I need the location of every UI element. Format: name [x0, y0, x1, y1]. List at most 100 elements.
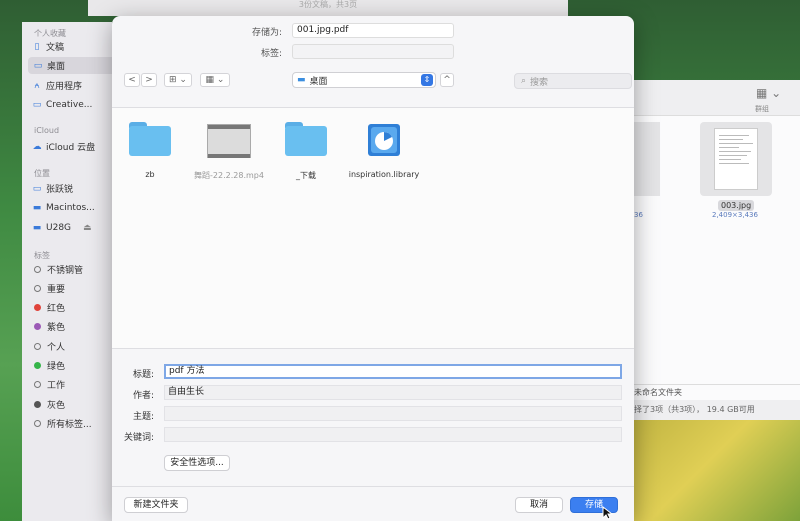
sidebar-item-label: 不锈钢管	[47, 266, 84, 276]
sidebar-item-creative[interactable]: ▭ Creative...	[32, 96, 93, 113]
sidebar-item-label: 工作	[47, 381, 66, 391]
group-icon[interactable]: ▦ ⌄	[756, 86, 781, 100]
drive-icon: ▬	[32, 222, 42, 233]
subject-input[interactable]	[164, 406, 622, 421]
folder-icon	[129, 122, 171, 156]
search-field[interactable]: ⌕ 搜索	[514, 73, 632, 89]
purple-tag-dot-icon	[34, 323, 41, 330]
tag-ring-icon	[34, 266, 41, 273]
disk-icon: ▬	[32, 202, 42, 213]
sidebar-tag-red[interactable]: 红色	[32, 299, 65, 316]
sidebar-item-applications[interactable]: ⍲ 应用程序	[32, 77, 82, 94]
sidebar-item-label: 紫色	[47, 323, 66, 333]
sidebar-item-desktop[interactable]: ▭ 桌面	[28, 57, 124, 74]
group-label: 群组	[755, 105, 769, 113]
sidebar-item-label: Creative...	[46, 99, 93, 110]
save-as-label: 存储为:	[251, 28, 282, 38]
save-as-input[interactable]: 001.jpg.pdf	[292, 23, 454, 38]
sidebar-tag-gray[interactable]: 灰色	[32, 396, 65, 413]
group-view-button[interactable]: ▦ ⌄	[200, 73, 230, 87]
status-bar: 择了3项（共3项）， 19.4 GB可用	[634, 400, 800, 420]
sidebar-item-label: 重要	[47, 285, 66, 295]
status-text: 择了3项（共3项）， 19.4 GB可用	[634, 405, 755, 414]
sidebar-item-icloud-drive[interactable]: ☁ iCloud 云盘	[32, 138, 96, 155]
file-item-video[interactable]: 舞蹈-22.2.28.mp4	[189, 122, 269, 182]
sidebar-section-locations: 位置	[34, 169, 50, 178]
file-name: zb	[145, 170, 155, 179]
author-input[interactable]: 自由生长	[164, 385, 622, 400]
keywords-label: 关键词:	[123, 433, 154, 443]
background-window-title: 3份文稿，共3页	[88, 0, 568, 16]
sidebar-tag-purple[interactable]: 紫色	[32, 318, 65, 335]
file-size-003: 2,409×3,436	[712, 211, 758, 219]
icon-view-button[interactable]: ⊞ ⌄	[164, 73, 192, 87]
sidebar-item-label: 应用程序	[46, 82, 83, 92]
file-browser: zb 舞蹈-22.2.28.mp4 _下载 inspiration.librar…	[112, 108, 634, 348]
forward-button[interactable]: >	[141, 73, 157, 87]
sidebar-item-computer[interactable]: ▭ 张跃锐	[32, 180, 73, 197]
file-item-library[interactable]: inspiration.library	[342, 122, 426, 182]
applications-icon: ⍲	[34, 80, 40, 91]
back-button[interactable]: <	[124, 73, 140, 87]
partial-file-thumbnail[interactable]	[634, 122, 660, 196]
search-placeholder: 搜索	[530, 77, 549, 88]
title-input[interactable]: pdf 方法	[164, 364, 622, 379]
sidebar-tag-personal[interactable]: 个人	[32, 338, 65, 355]
sidebar-tag-work[interactable]: 工作	[32, 376, 65, 393]
sidebar-tag-stainless[interactable]: 不锈钢管	[32, 261, 83, 278]
file-name: _下载	[296, 171, 316, 180]
library-icon	[368, 124, 400, 156]
tags-label: 标签:	[260, 49, 282, 59]
sidebar-tag-all[interactable]: 所有标签...	[32, 415, 92, 432]
computer-icon: ▭	[32, 183, 42, 194]
sidebar: 个人收藏 ▯ 文稿 ▭ 桌面 ⍲ 应用程序 ▭ Creative... iClo…	[22, 22, 124, 521]
red-tag-dot-icon	[34, 304, 41, 311]
green-tag-dot-icon	[34, 362, 41, 369]
sidebar-item-label: 文稿	[46, 43, 65, 53]
file-item-zb[interactable]: zb	[124, 122, 176, 182]
gray-tag-dot-icon	[34, 401, 41, 408]
tag-ring-icon	[34, 381, 41, 388]
keywords-input[interactable]	[164, 427, 622, 442]
sidebar-item-label: 个人	[47, 343, 66, 353]
file-name: inspiration.library	[348, 170, 420, 179]
document-icon: ▯	[34, 41, 40, 52]
sidebar-item-label: 红色	[47, 304, 66, 314]
footer-divider	[112, 486, 634, 487]
tags-input[interactable]	[292, 44, 454, 59]
tag-ring-icon	[34, 343, 41, 350]
folder-icon: ▬	[297, 75, 306, 85]
sidebar-item-documents[interactable]: ▯ 文稿	[32, 38, 65, 55]
sidebar-item-label: iCloud 云盘	[46, 143, 96, 153]
sidebar-item-label: 绿色	[47, 362, 66, 372]
background-finder-toolbar: ▦ ⌄ 群组	[634, 80, 800, 116]
desktop-icon: ▭	[33, 60, 43, 71]
file-item-downloads[interactable]: _下载	[280, 122, 332, 182]
path-bar: 未命名文件夹	[634, 384, 800, 400]
expand-button[interactable]: ^	[440, 73, 454, 87]
folder-icon: ▭	[32, 99, 42, 110]
sidebar-item-label: 桌面	[47, 62, 66, 72]
cloud-icon: ☁	[32, 141, 42, 152]
sidebar-section-tags: 标签	[34, 251, 50, 260]
sidebar-section-icloud: iCloud	[34, 126, 60, 135]
mouse-pointer-icon	[602, 506, 614, 520]
new-folder-button[interactable]: 新建文件夹	[124, 497, 188, 513]
save-dialog: 存储为: 001.jpg.pdf 标签: < > ⊞ ⌄ ▦ ⌄ ▬ 桌面 ⇕ …	[112, 16, 634, 521]
sidebar-item-label: U28G	[46, 222, 72, 233]
title-label: 标题:	[132, 370, 154, 380]
cancel-button[interactable]: 取消	[515, 497, 563, 513]
sidebar-item-label: 所有标签...	[47, 420, 92, 430]
sidebar-tag-important[interactable]: 重要	[32, 280, 65, 297]
file-name-003[interactable]: 003.jpg	[718, 200, 755, 211]
all-tags-icon	[34, 420, 41, 427]
location-select[interactable]: ▬ 桌面 ⇕	[292, 72, 436, 88]
sidebar-tag-green[interactable]: 绿色	[32, 357, 65, 374]
sidebar-item-macintosh[interactable]: ▬ Macintos...	[32, 199, 95, 216]
security-options-button[interactable]: 安全性选项...	[164, 455, 230, 471]
sidebar-item-u28g[interactable]: ▬ U28G ⏏	[32, 219, 92, 236]
folder-icon	[285, 122, 327, 156]
form-divider	[112, 348, 634, 349]
eject-icon[interactable]: ⏏	[83, 223, 92, 233]
search-icon: ⌕	[521, 76, 527, 86]
